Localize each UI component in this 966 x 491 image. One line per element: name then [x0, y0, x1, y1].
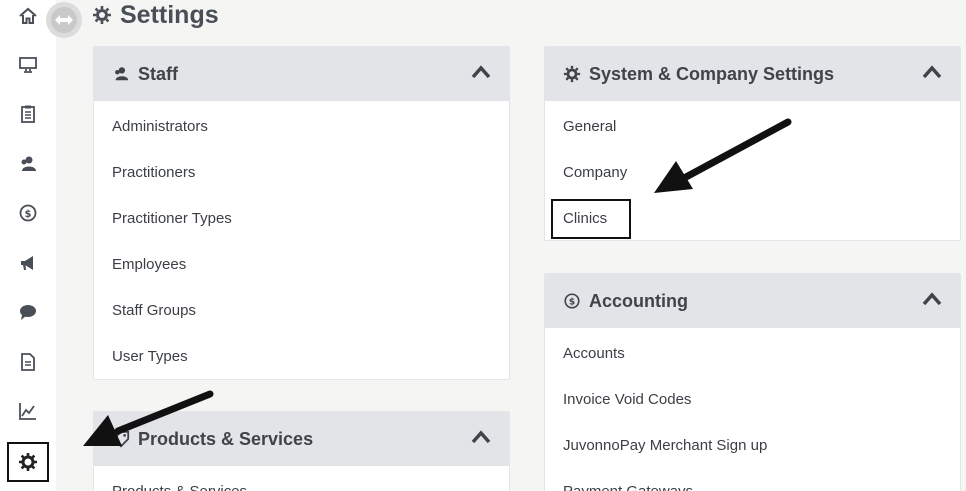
chat-bubble-icon [20, 305, 36, 320]
sidebar-item-schedule[interactable] [8, 94, 48, 134]
sidebar-item-messages[interactable] [8, 292, 48, 332]
system-link-general[interactable]: General [545, 103, 960, 149]
sidebar-item-marketing[interactable] [8, 243, 48, 283]
document-icon [21, 353, 35, 371]
accounting-link-accounts[interactable]: Accounts [545, 330, 960, 376]
monitor-icon [19, 57, 37, 73]
users-icon [115, 67, 129, 81]
products-panel: Products & Services Products & Services [93, 411, 510, 491]
staff-link-employees[interactable]: Employees [94, 241, 509, 287]
dollar-circle-icon: $ [564, 293, 580, 309]
sidebar-collapse-button[interactable] [46, 2, 82, 38]
staff-panel-header[interactable]: Staff [94, 47, 509, 101]
accounting-link-payment-gateways[interactable]: Payment Gateways [545, 468, 960, 491]
page-title-text: Settings [120, 0, 219, 29]
chevron-up-icon[interactable] [922, 64, 942, 84]
products-panel-title: Products & Services [138, 428, 314, 449]
home-icon [19, 7, 37, 24]
staff-link-practitioner-types[interactable]: Practitioner Types [94, 195, 509, 241]
products-link-products-services[interactable]: Products & Services [94, 468, 509, 491]
dollar-circle-icon: $ [19, 204, 37, 222]
page-title: Settings [92, 0, 219, 30]
line-chart-icon [19, 403, 36, 420]
svg-text:$: $ [25, 209, 32, 220]
sidebar-item-reports[interactable] [8, 391, 48, 431]
staff-link-practitioners[interactable]: Practitioners [94, 149, 509, 195]
tag-icon [112, 430, 130, 448]
sidebar-item-settings[interactable] [7, 442, 49, 482]
chevron-up-icon[interactable] [471, 64, 491, 84]
horizontal-arrows-icon [55, 15, 73, 25]
sidebar-item-home[interactable] [8, 0, 48, 36]
accounting-panel-title: Accounting [589, 290, 688, 311]
staff-panel-title: Staff [138, 63, 178, 84]
sidebar: $ [0, 0, 56, 491]
users-icon [21, 156, 36, 171]
system-panel-header[interactable]: System & Company Settings [545, 47, 960, 101]
gear-icon [93, 6, 111, 24]
staff-link-user-types[interactable]: User Types [94, 333, 509, 379]
accounting-panel: $ Accounting Accounts Invoice Void Codes… [544, 273, 961, 491]
clipboard-icon [21, 105, 35, 123]
gear-icon [19, 453, 37, 471]
svg-text:$: $ [569, 298, 575, 308]
accounting-panel-header[interactable]: $ Accounting [545, 274, 960, 328]
sidebar-item-documents[interactable] [8, 342, 48, 382]
accounting-link-invoice-void-codes[interactable]: Invoice Void Codes [545, 376, 960, 422]
sidebar-item-dashboard[interactable] [8, 45, 48, 85]
staff-link-staff-groups[interactable]: Staff Groups [94, 287, 509, 333]
chevron-up-icon[interactable] [922, 291, 942, 311]
sidebar-item-clients[interactable] [8, 144, 48, 184]
products-panel-header[interactable]: Products & Services [94, 412, 509, 466]
staff-panel: Staff Administrators Practitioners Pract… [93, 46, 510, 380]
system-panel-title: System & Company Settings [589, 63, 835, 84]
sidebar-item-billing[interactable]: $ [8, 193, 48, 233]
clinics-highlight-box [551, 199, 631, 239]
staff-link-administrators[interactable]: Administrators [94, 103, 509, 149]
accounting-link-juvonnopay-signup[interactable]: JuvonnoPay Merchant Sign up [545, 422, 960, 468]
chevron-up-icon[interactable] [471, 429, 491, 449]
gear-icon [563, 65, 581, 83]
megaphone-icon [21, 256, 33, 270]
system-link-company[interactable]: Company [545, 149, 960, 195]
